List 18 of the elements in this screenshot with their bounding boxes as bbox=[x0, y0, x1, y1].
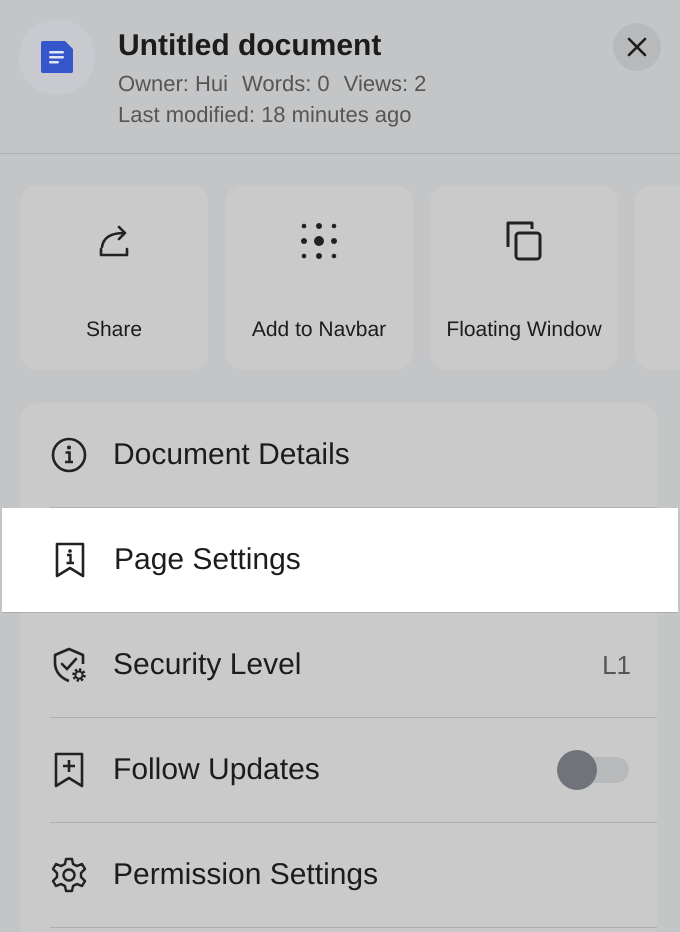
action-card[interactable]: Floating Window bbox=[430, 185, 618, 370]
document-title: Untitled document bbox=[118, 28, 382, 64]
menu-item[interactable]: Security Level L1 bbox=[50, 613, 657, 718]
settings-icon bbox=[50, 856, 88, 894]
menu-item[interactable]: Permission Settings bbox=[50, 823, 657, 928]
last-modified: Last modified: 18 minutes ago bbox=[118, 101, 413, 129]
action-card[interactable]: Share bbox=[20, 185, 208, 370]
menu-item[interactable]: Page Settings bbox=[2, 508, 678, 613]
toggle-switch[interactable] bbox=[557, 750, 629, 790]
menu-item[interactable]: Follow Updates bbox=[50, 718, 657, 823]
action-card[interactable]: Add to Navbar bbox=[225, 185, 413, 370]
security-level-value: L1 bbox=[602, 650, 631, 680]
info-icon bbox=[50, 436, 88, 474]
document-meta: Views: 2 bbox=[344, 70, 426, 98]
close-button[interactable] bbox=[613, 23, 661, 71]
close-icon bbox=[626, 36, 648, 58]
document-meta: Owner: Hui bbox=[118, 70, 228, 98]
document-meta: Words: 0 bbox=[242, 70, 330, 98]
